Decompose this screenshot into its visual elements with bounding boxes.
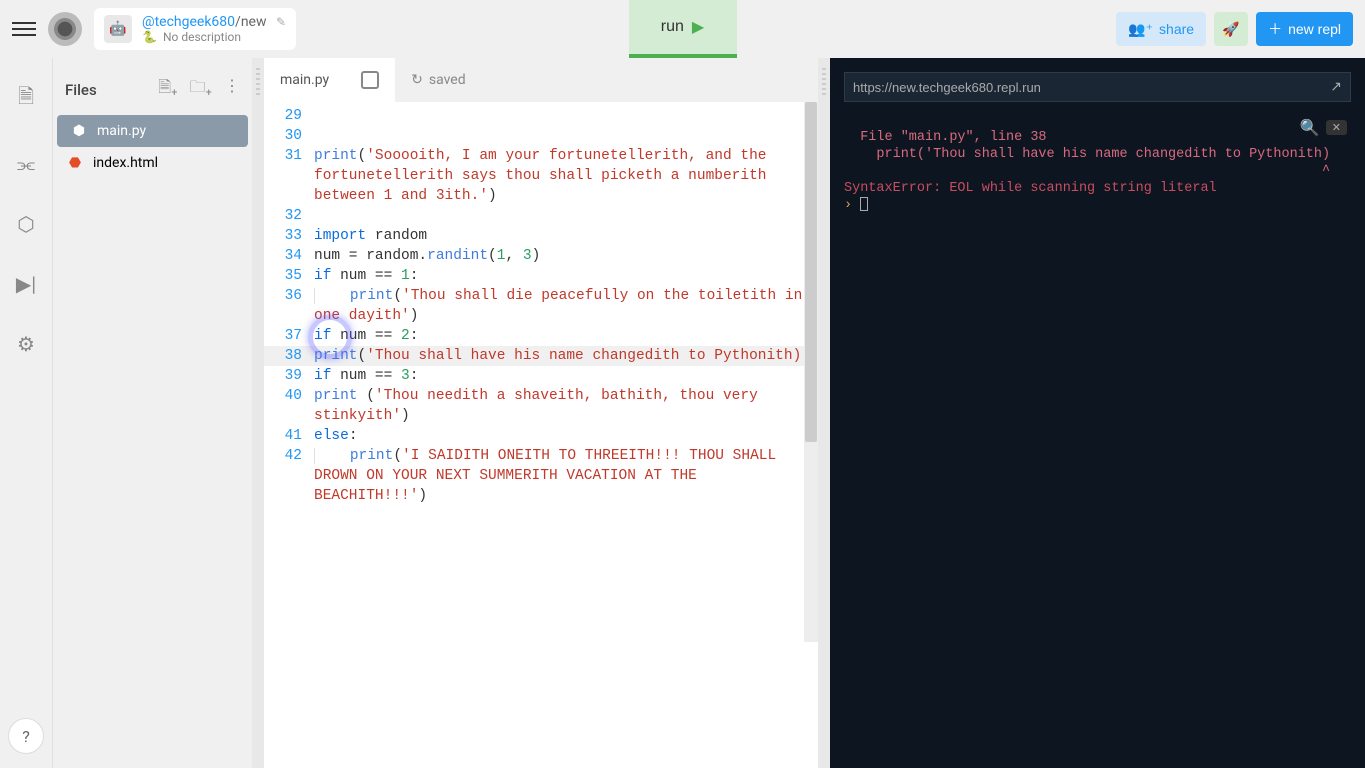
menu-icon[interactable] xyxy=(12,17,36,41)
avatar: 🤖 xyxy=(104,15,132,43)
line-number: 37 xyxy=(264,326,314,346)
code-line[interactable]: 35if num == 1: xyxy=(264,266,818,286)
files-panel: Files 🗎₊ 🗀₊ ⋮ ⬢ main.py ⬣ index.html xyxy=(52,58,252,768)
file-item-main-py[interactable]: ⬢ main.py xyxy=(57,115,248,147)
line-number: 39 xyxy=(264,366,314,386)
repl-breadcrumb[interactable]: 🤖 @techgeek680/new ✎ 🐍 No description xyxy=(94,8,296,50)
open-external-icon[interactable]: ↗ xyxy=(1330,79,1342,95)
console-url-bar: ↗ xyxy=(844,72,1351,102)
app-header: 🤖 @techgeek680/new ✎ 🐍 No description ru… xyxy=(0,0,1365,58)
files-icon[interactable]: 🗎 xyxy=(18,82,34,116)
scrollbar-thumb[interactable] xyxy=(805,102,817,442)
plus-icon: ＋ xyxy=(1268,19,1282,39)
repl-description: No description xyxy=(163,30,241,44)
share-button[interactable]: 👥⁺ share xyxy=(1116,12,1206,46)
code-line[interactable]: 39if num == 3: xyxy=(264,366,818,386)
code-line[interactable]: 29 xyxy=(264,106,818,126)
new-repl-button[interactable]: ＋ new repl xyxy=(1256,12,1353,46)
file-name: index.html xyxy=(93,155,158,171)
line-number: 35 xyxy=(264,266,314,286)
code-line[interactable]: 31print('Sooooith, I am your fortunetell… xyxy=(264,146,818,206)
saved-indicator: ↻ saved xyxy=(395,72,481,88)
line-number: 30 xyxy=(264,126,314,146)
code-line[interactable]: 32 xyxy=(264,206,818,226)
more-icon[interactable]: ⋮ xyxy=(224,76,240,103)
new-file-icon[interactable]: 🗎₊ xyxy=(158,76,177,103)
upgrade-button[interactable]: 🚀 xyxy=(1214,12,1248,46)
code-line[interactable]: 34num = random.randint(1, 3) xyxy=(264,246,818,266)
edit-name-icon[interactable]: ✎ xyxy=(276,15,286,29)
line-number: 42 xyxy=(264,446,314,506)
python-icon: 🐍 xyxy=(142,30,157,44)
resize-handle-2[interactable] xyxy=(818,58,830,768)
code-line[interactable]: 30 xyxy=(264,126,818,146)
new-folder-icon[interactable]: 🗀₊ xyxy=(190,76,212,103)
line-number: 34 xyxy=(264,246,314,266)
code-line[interactable]: 36 print('Thou shall die peacefully on t… xyxy=(264,286,818,326)
repl-name: new xyxy=(241,14,267,30)
code-line[interactable]: 40print ('Thou needith a shaveith, bathi… xyxy=(264,386,818,426)
console-search-icon[interactable]: 🔍 xyxy=(1300,118,1320,137)
version-control-icon[interactable]: ⫘ xyxy=(17,152,35,176)
editor-tab-main[interactable]: main.py xyxy=(264,58,395,102)
code-line[interactable]: 33import random xyxy=(264,226,818,246)
line-number: 40 xyxy=(264,386,314,426)
run-button[interactable]: run ▶ xyxy=(629,0,737,58)
file-name: main.py xyxy=(97,123,146,139)
rocket-icon: 🚀 xyxy=(1222,21,1239,38)
debugger-icon[interactable]: ▶| xyxy=(16,272,36,296)
code-line[interactable]: 41else: xyxy=(264,426,818,446)
file-item-index-html[interactable]: ⬣ index.html xyxy=(53,147,252,179)
python-file-icon: ⬢ xyxy=(71,123,87,139)
files-title: Files xyxy=(65,81,97,99)
code-line[interactable]: 42 print('I SAIDITH ONEITH TO THREEITH!!… xyxy=(264,446,818,506)
line-number: 31 xyxy=(264,146,314,206)
share-icon: 👥⁺ xyxy=(1128,21,1153,38)
username-link[interactable]: @techgeek680 xyxy=(142,14,235,30)
packages-icon[interactable]: ⬡ xyxy=(17,212,34,236)
line-number: 36 xyxy=(264,286,314,326)
console-url-input[interactable] xyxy=(853,80,1322,95)
code-line[interactable]: 37if num == 2: xyxy=(264,326,818,346)
code-line[interactable]: 38print('Thou shall have his name change… xyxy=(264,346,818,366)
settings-icon[interactable]: ⚙ xyxy=(17,332,35,356)
left-sidebar: 🗎 ⫘ ⬡ ▶| ⚙ xyxy=(0,58,52,768)
console-panel: ↗ 🔍 ✕ File "main.py", line 38 print('Tho… xyxy=(830,58,1365,768)
replit-logo[interactable] xyxy=(48,12,82,46)
history-icon: ↻ xyxy=(411,72,423,88)
line-number: 41 xyxy=(264,426,314,446)
line-number: 29 xyxy=(264,106,314,126)
play-icon: ▶ xyxy=(692,17,704,37)
resize-handle[interactable] xyxy=(252,58,264,768)
scrollbar-track[interactable] xyxy=(804,102,818,642)
console-clear-icon[interactable]: ✕ xyxy=(1326,120,1347,135)
html-file-icon: ⬣ xyxy=(67,155,83,171)
line-number: 38 xyxy=(264,346,314,366)
line-number: 33 xyxy=(264,226,314,246)
console-output[interactable]: File "main.py", line 38 print('Thou shal… xyxy=(830,112,1365,231)
editor-panel: main.py ↻ saved 293031print('Sooooith, I… xyxy=(264,58,818,768)
tab-layout-icon[interactable] xyxy=(361,71,379,89)
help-button[interactable]: ? xyxy=(8,718,44,754)
code-editor[interactable]: 293031print('Sooooith, I am your fortune… xyxy=(264,102,818,768)
line-number: 32 xyxy=(264,206,314,226)
